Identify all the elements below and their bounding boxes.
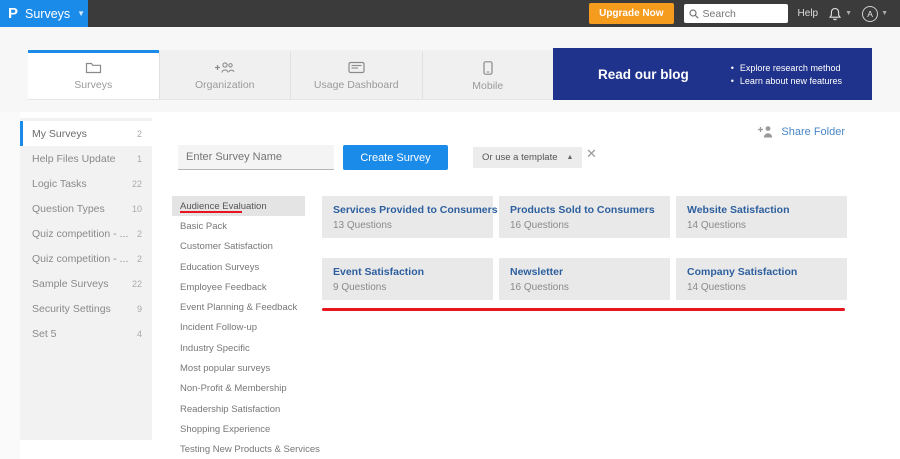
- category-shopping-experience[interactable]: Shopping Experience: [172, 419, 305, 439]
- account-menu[interactable]: A ▼: [862, 5, 888, 22]
- tab-label: Usage Dashboard: [313, 79, 399, 91]
- chevron-down-icon: ▼: [77, 9, 86, 18]
- help-link[interactable]: Help: [798, 8, 819, 19]
- notifications-button[interactable]: ▼: [828, 7, 852, 21]
- template-card-grid: Services Provided to Consumers 13 Questi…: [322, 196, 847, 300]
- sidebar-item-quiz-competition-1[interactable]: Quiz competition - ... 2: [20, 221, 152, 246]
- template-card[interactable]: Website Satisfaction 14 Questions: [676, 196, 847, 238]
- app-window: P Surveys ▼ Upgrade Now Help ▼ A ▼: [0, 0, 900, 459]
- folders-sidebar: My Surveys 2 Help Files Update 1 Logic T…: [20, 118, 152, 440]
- left-gutter: [0, 112, 20, 459]
- red-underline-annotation-cards: [322, 308, 845, 311]
- template-dropdown[interactable]: Or use a template ▲: [473, 147, 583, 168]
- proprofs-logo: P: [8, 5, 19, 22]
- survey-name-input[interactable]: [178, 145, 334, 170]
- template-card[interactable]: Newsletter 16 Questions: [499, 258, 670, 300]
- chevron-up-icon: ▲: [566, 154, 574, 161]
- create-survey-button[interactable]: Create Survey: [343, 145, 448, 170]
- template-dropdown-label: Or use a template: [482, 152, 558, 163]
- category-employee-feedback[interactable]: Employee Feedback: [172, 277, 305, 297]
- search-input[interactable]: [702, 7, 783, 20]
- chevron-down-icon: ▼: [845, 10, 853, 17]
- content-area: My Surveys 2 Help Files Update 1 Logic T…: [0, 112, 900, 459]
- template-category-list: Audience Evaluation Basic Pack Customer …: [172, 196, 320, 459]
- share-folder-button[interactable]: Share Folder: [758, 125, 845, 138]
- category-testing-new-products[interactable]: Testing New Products & Services: [172, 440, 320, 459]
- main-pane: Share Folder Create Survey Or use a temp…: [152, 112, 900, 459]
- sidebar-item-logic-tasks[interactable]: Logic Tasks 22: [20, 171, 152, 196]
- sidebar-item-sample-surveys[interactable]: Sample Surveys 22: [20, 271, 152, 296]
- category-most-popular-surveys[interactable]: Most popular surveys: [172, 358, 305, 378]
- tab-organization[interactable]: Organization: [158, 50, 291, 99]
- template-card[interactable]: Event Satisfaction 9 Questions: [322, 258, 493, 300]
- banner-bullets: Explore research method Learn about new …: [731, 60, 842, 89]
- category-incident-follow-up[interactable]: Incident Follow-up: [172, 318, 305, 338]
- count-badge: 22: [131, 178, 142, 189]
- red-underline-annotation-category: [180, 211, 242, 213]
- count-badge: 9: [136, 303, 142, 314]
- topbar-right: Upgrade Now Help ▼ A ▼: [589, 3, 900, 24]
- tab-surveys[interactable]: Surveys: [28, 50, 159, 99]
- count-badge: 2: [136, 228, 142, 239]
- tab-label: Organization: [194, 79, 255, 91]
- share-folder-label: Share Folder: [781, 125, 845, 138]
- sidebar-item-help-files-update[interactable]: Help Files Update 1: [20, 146, 152, 171]
- search-icon: [688, 8, 699, 19]
- chevron-down-icon: ▼: [881, 10, 888, 17]
- topbar: P Surveys ▼ Upgrade Now Help ▼ A ▼: [0, 0, 900, 27]
- sidebar-item-set-5[interactable]: Set 5 4: [20, 321, 152, 346]
- category-industry-specific[interactable]: Industry Specific: [172, 338, 305, 358]
- count-badge: 10: [131, 203, 142, 214]
- count-badge: 4: [136, 328, 142, 339]
- banner-title: Read our blog: [598, 66, 689, 82]
- folder-icon: [85, 61, 102, 74]
- people-add-icon: [214, 61, 235, 74]
- category-customer-satisfaction[interactable]: Customer Satisfaction: [172, 237, 305, 257]
- sidebar-item-question-types[interactable]: Question Types 10: [20, 196, 152, 221]
- banner-bullet: Explore research method: [731, 63, 842, 73]
- tab-label: Surveys: [74, 79, 113, 91]
- sidebar-item-my-surveys[interactable]: My Surveys 2: [20, 121, 152, 146]
- search-box[interactable]: [683, 4, 788, 23]
- template-card[interactable]: Services Provided to Consumers 13 Questi…: [322, 196, 498, 238]
- banner-bullet: Learn about new features: [731, 76, 842, 86]
- bell-icon: [828, 7, 842, 21]
- top-tabs: Surveys Organization Usage Dashboard Mob…: [28, 50, 553, 100]
- blog-promo-banner[interactable]: Read our blog Explore research method Le…: [553, 48, 872, 100]
- sidebar-item-security-settings[interactable]: Security Settings 9: [20, 296, 152, 321]
- category-basic-pack[interactable]: Basic Pack: [172, 216, 305, 236]
- close-icon[interactable]: ✕: [586, 147, 597, 160]
- category-event-planning-feedback[interactable]: Event Planning & Feedback: [172, 297, 305, 317]
- category-readership-satisfaction[interactable]: Readership Satisfaction: [172, 399, 305, 419]
- product-name: Surveys: [25, 6, 71, 21]
- template-card[interactable]: Products Sold to Consumers 16 Questions: [499, 196, 670, 238]
- dashboard-icon: [348, 61, 365, 74]
- header-band: Surveys Organization Usage Dashboard Mob…: [28, 48, 872, 100]
- person-add-icon: [758, 125, 774, 138]
- count-badge: 2: [136, 128, 142, 139]
- tab-usage-dashboard[interactable]: Usage Dashboard: [290, 50, 422, 99]
- sidebar-item-quiz-competition-2[interactable]: Quiz competition - ... 2: [20, 246, 152, 271]
- template-card[interactable]: Company Satisfaction 14 Questions: [676, 258, 847, 300]
- count-badge: 22: [131, 278, 142, 289]
- category-audience-evaluation[interactable]: Audience Evaluation: [172, 196, 305, 217]
- phone-icon: [483, 60, 493, 75]
- category-non-profit-membership[interactable]: Non-Profit & Membership: [172, 379, 305, 399]
- avatar: A: [862, 5, 879, 22]
- category-education-surveys[interactable]: Education Surveys: [172, 257, 305, 277]
- upgrade-now-button[interactable]: Upgrade Now: [589, 3, 674, 24]
- tab-mobile[interactable]: Mobile: [421, 50, 554, 99]
- count-badge: 1: [136, 153, 142, 164]
- count-badge: 2: [136, 253, 142, 264]
- tab-label: Mobile: [472, 79, 504, 92]
- product-switcher[interactable]: P Surveys ▼: [0, 0, 88, 27]
